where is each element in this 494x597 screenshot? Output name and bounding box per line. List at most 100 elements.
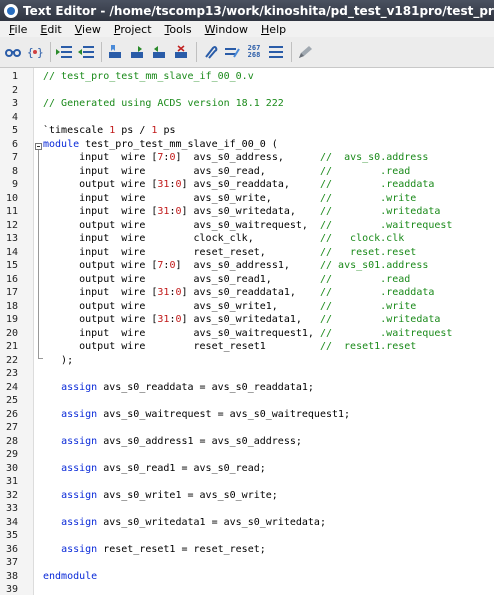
code-text: input wire avs_s0_waitrequest1, // .wait…: [43, 327, 452, 341]
indent-icon[interactable]: [55, 43, 73, 61]
line-number: 19: [5, 314, 18, 325]
code-token: endmodule: [43, 570, 98, 582]
menu-edit[interactable]: Edit: [35, 23, 66, 36]
code-line[interactable]: 29: [0, 448, 494, 462]
code-line[interactable]: 37: [0, 556, 494, 570]
code-line[interactable]: 18 output wire avs_s0_write1, // .write: [0, 300, 494, 314]
code-line[interactable]: 5 `timescale 1 ps / 1 ps: [0, 124, 494, 138]
line-number: 39: [5, 584, 18, 595]
next-bookmark-icon[interactable]: [128, 43, 146, 61]
code-token: output wire avs_s0_waitrequest,: [43, 219, 320, 231]
code-line[interactable]: 22 );: [0, 354, 494, 368]
go-to-line-icon[interactable]: 267 268: [245, 43, 263, 61]
line-number: 24: [5, 381, 18, 393]
code-line[interactable]: 14 input wire reset_reset, // reset.rese…: [0, 246, 494, 260]
code-line[interactable]: 6 module test_pro_test_mm_slave_if_00_0 (: [0, 138, 494, 152]
code-token: input wire [: [43, 206, 158, 217]
title-bar[interactable]: Text Editor - /home/tscomp13/work/kinosh…: [0, 0, 494, 21]
menu-bar: File Edit View Project Tools Window Help: [0, 21, 494, 37]
menu-tools[interactable]: Tools: [160, 23, 197, 36]
find-icon[interactable]: [4, 43, 22, 61]
code-token: // .write: [319, 300, 417, 312]
line-number: 5: [11, 125, 18, 136]
code-token: // test_pro_test_mm_slave_if_00_0.v: [43, 71, 254, 82]
toolbar-separator: [50, 42, 51, 62]
code-line[interactable]: 17 input wire [31:0] avs_s0_readdata1, /…: [0, 286, 494, 300]
previous-bookmark-icon[interactable]: [150, 43, 168, 61]
code-token: output wire [: [43, 179, 158, 190]
code-line[interactable]: 35: [0, 529, 494, 543]
insert-template-icon[interactable]: {}: [26, 43, 44, 61]
code-token: // .waitrequest: [319, 327, 453, 339]
code-line[interactable]: 9 output wire [31:0] avs_s0_readdata, //…: [0, 178, 494, 192]
line-number: 32: [5, 489, 18, 501]
code-line[interactable]: 2: [0, 84, 494, 98]
edit-lines-icon[interactable]: [223, 43, 241, 61]
unindent-icon[interactable]: [77, 43, 95, 61]
line-number: 33: [5, 503, 18, 514]
code-line[interactable]: 23: [0, 367, 494, 381]
clear-bookmarks-icon[interactable]: [172, 43, 190, 61]
line-numbers-icon[interactable]: [267, 43, 285, 61]
code-line[interactable]: 25: [0, 394, 494, 408]
code-line[interactable]: 7 input wire [7:0] avs_s0_address, // av…: [0, 151, 494, 165]
code-token: input wire avs_s0_read,: [43, 165, 320, 177]
code-line[interactable]: 13 input wire clock_clk, // clock.clk: [0, 232, 494, 246]
attach-icon[interactable]: [201, 43, 219, 61]
code-line[interactable]: 30 assign avs_s0_read1 = avs_s0_read;: [0, 462, 494, 476]
code-line[interactable]: 1 // test_pro_test_mm_slave_if_00_0.v: [0, 70, 494, 84]
code-line[interactable]: 26 assign avs_s0_waitrequest = avs_s0_wa…: [0, 408, 494, 422]
code-line[interactable]: 4: [0, 111, 494, 125]
code-line[interactable]: 11 input wire [31:0] avs_s0_writedata, /…: [0, 205, 494, 219]
code-line[interactable]: 21 output wire reset_reset1 // reset1.re…: [0, 340, 494, 354]
code-line[interactable]: 27: [0, 421, 494, 435]
code-line[interactable]: 28 assign avs_s0_address1 = avs_s0_addre…: [0, 435, 494, 449]
bookmark-icon[interactable]: [106, 43, 124, 61]
code-line[interactable]: 33: [0, 502, 494, 516]
window-title: Text Editor - /home/tscomp13/work/kinosh…: [23, 3, 494, 18]
code-line[interactable]: 39: [0, 583, 494, 597]
code-line[interactable]: 16 output wire avs_s0_read1, // .read: [0, 273, 494, 287]
code-token: ] avs_s0_address1,: [175, 260, 320, 271]
code-token: // reset1.reset: [319, 341, 417, 352]
code-token: 31: [157, 179, 170, 190]
code-line[interactable]: 15 output wire [7:0] avs_s0_address1, //…: [0, 259, 494, 273]
line-number-bottom: 268: [247, 51, 261, 59]
code-line[interactable]: 8 input wire avs_s0_read, // .read: [0, 165, 494, 179]
code-line[interactable]: 19 output wire [31:0] avs_s0_writedata1,…: [0, 313, 494, 327]
code-line[interactable]: 32 assign avs_s0_write1 = avs_s0_write;: [0, 489, 494, 503]
edit-pen-icon[interactable]: [296, 43, 314, 61]
menu-view[interactable]: View: [70, 23, 106, 36]
code-token: // .writedata: [319, 206, 441, 217]
code-text: assign avs_s0_read1 = avs_s0_read;: [43, 462, 266, 476]
code-line[interactable]: 34 assign avs_s0_writedata1 = avs_s0_wri…: [0, 516, 494, 530]
code-line[interactable]: 3 // Generated using ACDS version 18.1 22…: [0, 97, 494, 111]
menu-project[interactable]: Project: [109, 23, 157, 36]
menu-window[interactable]: Window: [200, 23, 253, 36]
code-token: `timescale: [43, 125, 110, 136]
code-line[interactable]: 10 input wire avs_s0_write, // .write: [0, 192, 494, 206]
code-token: assign: [61, 435, 98, 447]
code-editor[interactable]: 1// test_pro_test_mm_slave_if_00_0.v 2 3//…: [0, 68, 494, 595]
code-line[interactable]: 24 assign avs_s0_readdata = avs_s0_readd…: [0, 381, 494, 395]
code-token: // .readdata: [319, 287, 435, 298]
code-token: output wire avs_s0_write1,: [43, 300, 320, 312]
code-line[interactable]: 36 assign reset_reset1 = reset_reset;: [0, 543, 494, 557]
code-token: output wire avs_s0_read1,: [43, 273, 320, 285]
menu-help[interactable]: Help: [256, 23, 291, 36]
code-line[interactable]: 31: [0, 475, 494, 489]
code-line[interactable]: 38 endmodule: [0, 570, 494, 584]
code-token: assign: [61, 489, 98, 501]
menu-file[interactable]: File: [4, 23, 32, 36]
code-line[interactable]: 20 input wire avs_s0_waitrequest1, // .w…: [0, 327, 494, 341]
code-text: output wire avs_s0_waitrequest, // .wait…: [43, 219, 452, 233]
code-line[interactable]: 12 output wire avs_s0_waitrequest, // .w…: [0, 219, 494, 233]
code-token: module: [43, 138, 80, 150]
code-text: assign avs_s0_address1 = avs_s0_address;: [43, 435, 302, 449]
code-token: assign: [61, 408, 98, 420]
line-number: 9: [11, 179, 18, 190]
